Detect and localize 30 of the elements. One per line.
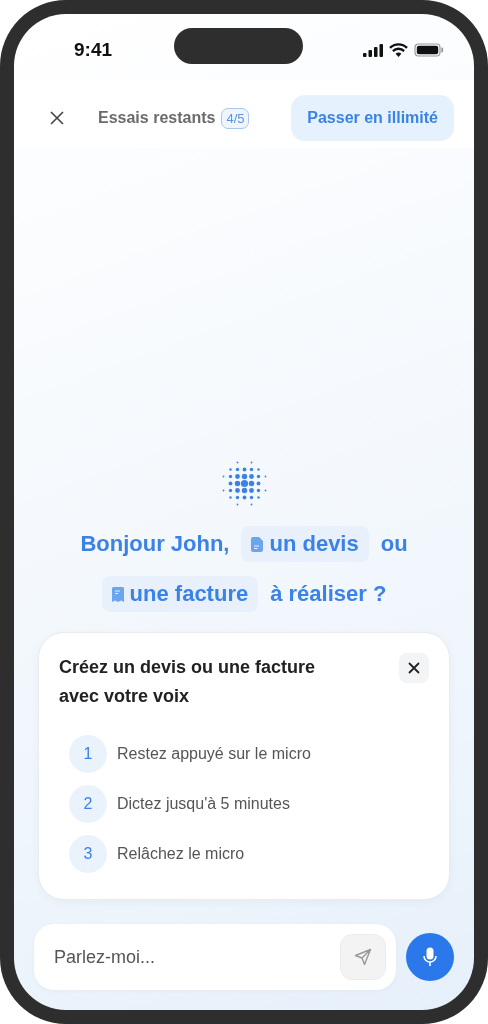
upgrade-button[interactable]: Passer en illimité — [291, 95, 454, 141]
greeting-text: à réaliser ? — [270, 581, 387, 607]
step-number: 2 — [69, 785, 107, 823]
send-icon — [354, 948, 372, 966]
document-icon — [251, 536, 264, 552]
step-number: 1 — [69, 735, 107, 773]
wifi-icon — [389, 43, 408, 57]
step-text: Restez appuyé sur le micro — [117, 745, 311, 763]
microphone-button[interactable] — [406, 933, 454, 981]
close-icon — [50, 111, 64, 125]
status-time: 9:41 — [74, 39, 113, 61]
trials-label: Essais restants — [98, 109, 216, 127]
step-text: Relâchez le micro — [117, 845, 245, 863]
close-button[interactable] — [399, 653, 429, 683]
document-chip[interactable]: une facture — [101, 576, 259, 612]
signal-icon — [363, 43, 383, 57]
greeting-text: ou — [380, 531, 408, 557]
microphone-icon — [423, 947, 437, 967]
card-title: Créez un devis ou une facture avec votre voix — [59, 656, 317, 708]
greeting-text: Bonjour John, — [80, 531, 230, 557]
message-input[interactable]: Parlez-moi... — [52, 945, 340, 969]
document-chip[interactable]: un devis — [241, 526, 369, 562]
step-number: 3 — [69, 835, 107, 873]
message-field[interactable]: Parlez-moi... — [34, 924, 396, 990]
trials-count: 4/5 — [221, 107, 250, 129]
send-button[interactable] — [340, 934, 386, 980]
step-text: Dictez jusqu'à 5 minutes — [117, 795, 290, 813]
battery-icon — [414, 43, 444, 57]
close-icon — [408, 662, 420, 674]
receipt-icon — [111, 586, 124, 602]
